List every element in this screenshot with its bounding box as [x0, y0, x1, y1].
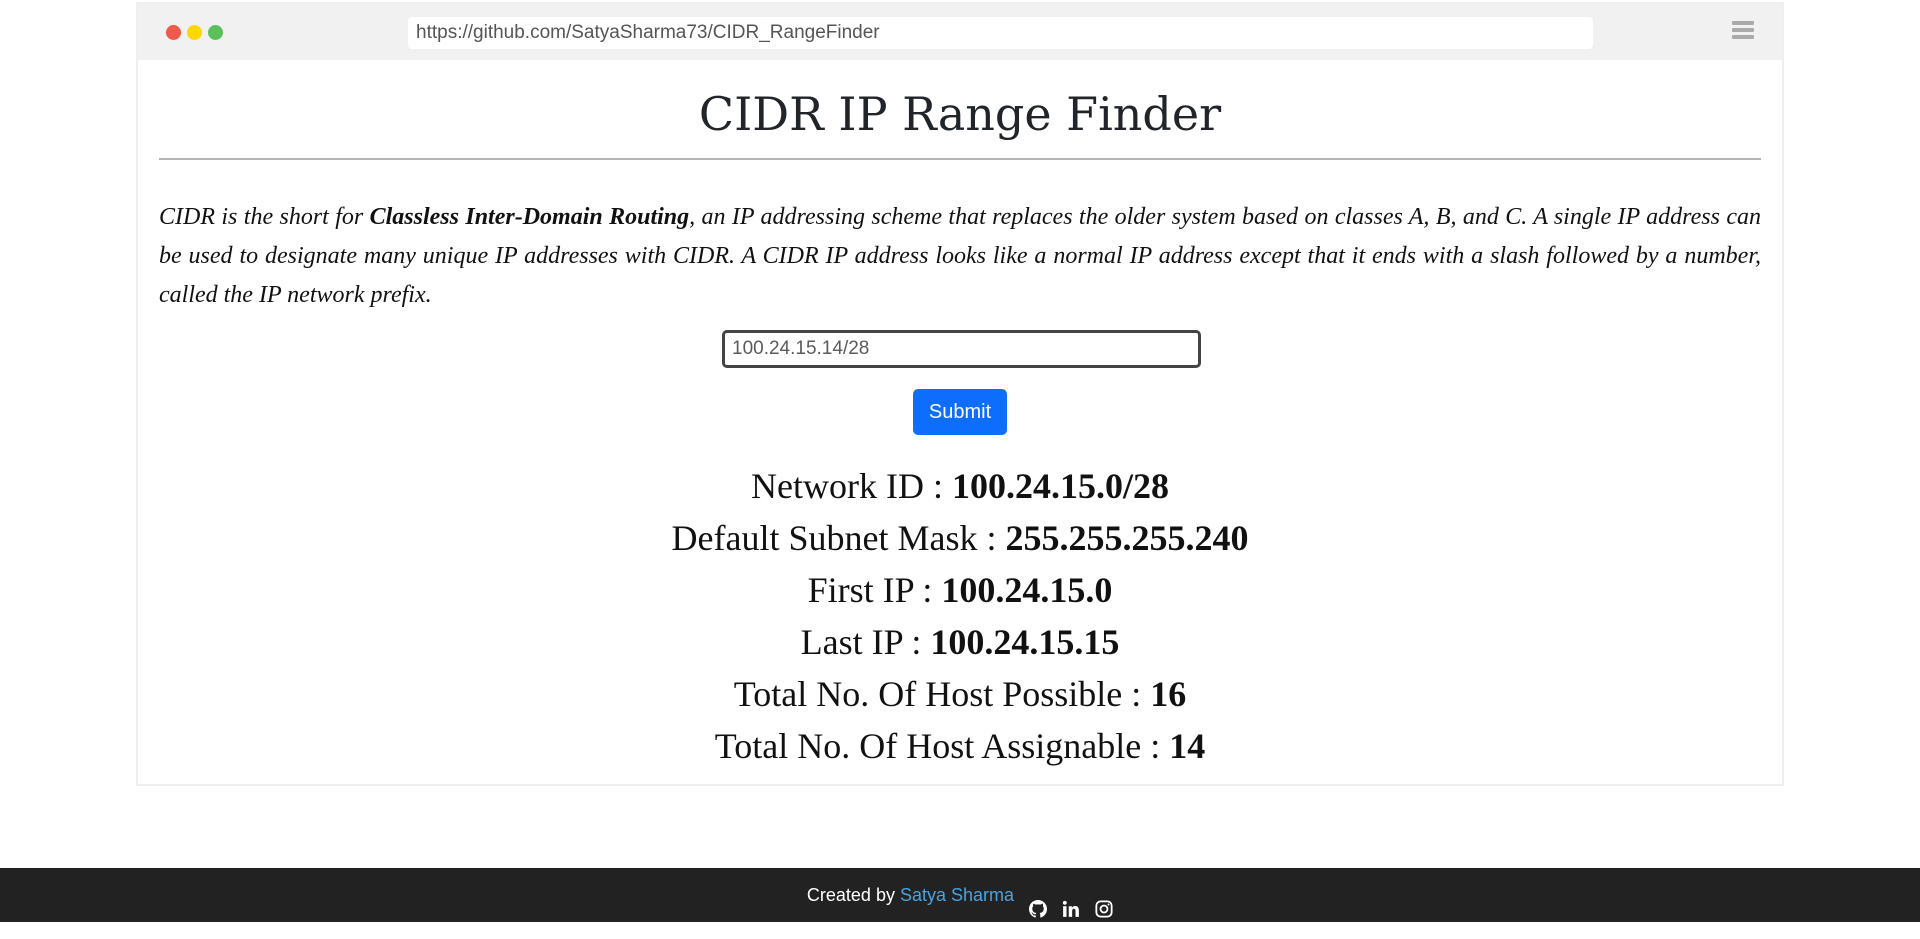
result-hosts-possible: Total No. Of Host Possible : 16	[138, 668, 1782, 720]
author-link[interactable]: Satya Sharma	[900, 885, 1014, 905]
description-bold: Classless Inter-Domain Routing	[369, 204, 690, 230]
result-subnet-mask: Default Subnet Mask : 255.255.255.240	[138, 512, 1782, 564]
browser-window: https://github.com/SatyaSharma73/CIDR_Ra…	[136, 2, 1784, 786]
browser-toolbar: https://github.com/SatyaSharma73/CIDR_Ra…	[138, 4, 1782, 60]
result-label: Total No. Of Host Assignable :	[714, 726, 1170, 766]
result-label: Total No. Of Host Possible :	[733, 674, 1151, 714]
page-title: CIDR IP Range Finder	[698, 87, 1222, 141]
address-bar[interactable]: https://github.com/SatyaSharma73/CIDR_Ra…	[408, 17, 1593, 49]
instagram-icon[interactable]	[1095, 885, 1113, 918]
result-value: 100.24.15.15	[930, 622, 1120, 662]
result-value: 16	[1150, 674, 1187, 714]
divider	[159, 158, 1761, 160]
maximize-dot[interactable]	[208, 25, 223, 40]
result-label: Network ID :	[751, 466, 952, 506]
result-value: 100.24.15.0	[941, 570, 1113, 610]
minimize-dot[interactable]	[187, 25, 202, 40]
result-value: 14	[1169, 726, 1206, 766]
menu-icon[interactable]	[1732, 21, 1754, 41]
page-content: CIDR IP Range Finder CIDR is the short f…	[138, 60, 1782, 766]
result-last-ip: Last IP : 100.24.15.15	[138, 616, 1782, 668]
submit-button[interactable]: Submit	[913, 389, 1007, 435]
description-intro: CIDR is the short for	[159, 204, 370, 230]
result-value: 100.24.15.0/28	[951, 466, 1169, 506]
footer: Created by Satya Sharma	[0, 868, 1920, 922]
results: Network ID : 100.24.15.0/28 Default Subn…	[138, 460, 1782, 772]
linkedin-icon[interactable]	[1062, 885, 1080, 918]
description-paragraph: CIDR is the short for Classless Inter-Do…	[159, 198, 1761, 315]
result-first-ip: First IP : 100.24.15.0	[138, 564, 1782, 616]
result-label: Default Subnet Mask :	[671, 518, 1006, 558]
footer-created-by: Created by	[806, 885, 900, 905]
result-hosts-assignable: Total No. Of Host Assignable : 14	[138, 720, 1782, 772]
result-label: Last IP :	[800, 622, 931, 662]
result-label: First IP :	[807, 570, 942, 610]
result-network-id: Network ID : 100.24.15.0/28	[138, 460, 1782, 512]
cidr-input[interactable]	[722, 330, 1201, 368]
github-icon[interactable]	[1029, 885, 1048, 918]
close-dot[interactable]	[166, 25, 181, 40]
result-value: 255.255.255.240	[1005, 518, 1249, 558]
